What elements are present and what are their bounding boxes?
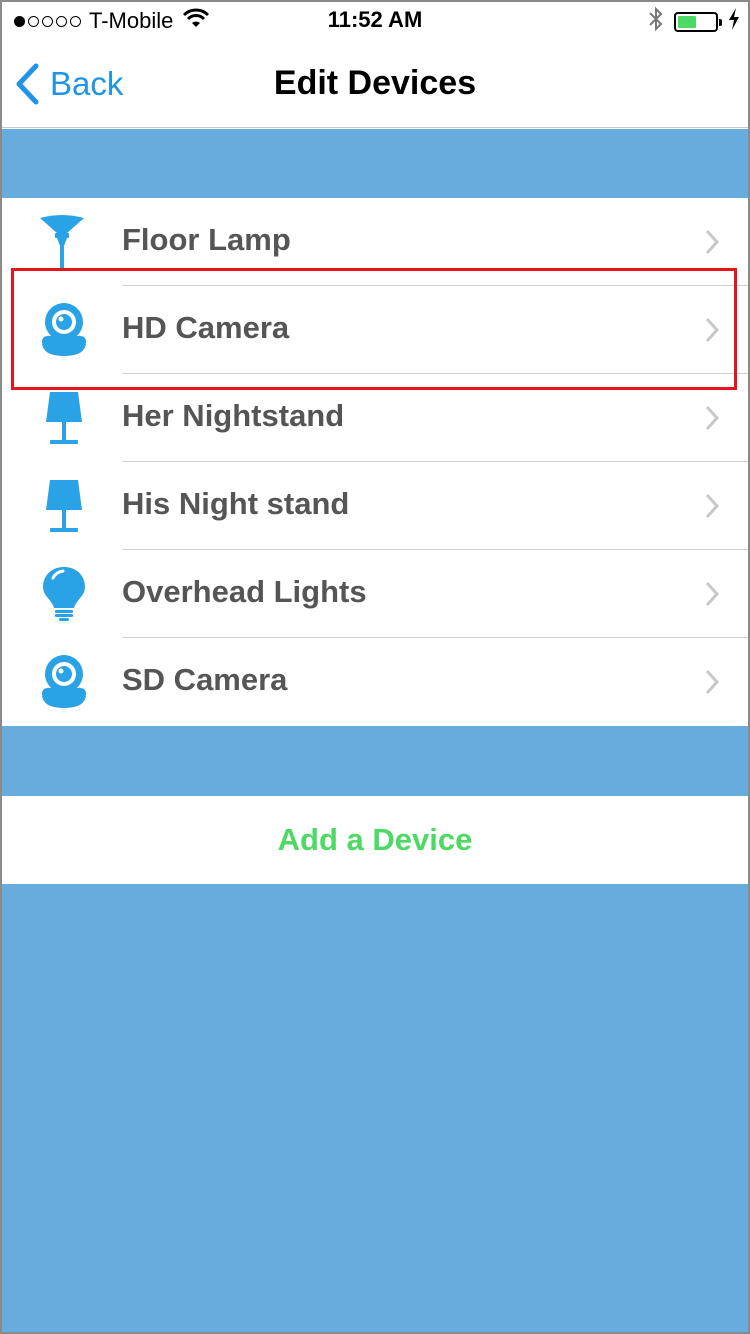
light-bulb-icon <box>36 566 92 622</box>
section-spacer-middle <box>0 726 750 796</box>
device-label: His Night stand <box>122 486 350 521</box>
add-device-button[interactable]: Add a Device <box>0 796 750 884</box>
camera-icon <box>36 654 92 710</box>
page-title: Edit Devices <box>273 64 477 102</box>
chevron-right-icon <box>705 229 720 255</box>
navigation-bar: Back Edit Devices <box>0 40 750 128</box>
charging-icon <box>728 8 740 36</box>
status-bar: T-Mobile 11:52 AM <box>0 0 750 40</box>
battery-level <box>678 16 696 28</box>
add-device-label: Add a Device <box>277 822 473 857</box>
chevron-right-icon <box>705 669 720 695</box>
bottom-background <box>0 884 750 1334</box>
section-spacer-top <box>0 129 750 198</box>
device-label: Overhead Lights <box>122 574 367 609</box>
camera-icon <box>36 302 92 358</box>
device-row-overhead-lights[interactable]: Overhead Lights <box>0 550 750 638</box>
device-row-his-night-stand[interactable]: His Night stand <box>0 462 750 550</box>
device-label: SD Camera <box>122 662 288 697</box>
table-lamp-icon <box>36 478 92 534</box>
device-label: Her Nightstand <box>122 398 345 433</box>
battery-nub <box>719 19 722 26</box>
chevron-right-icon <box>705 405 720 431</box>
chevron-right-icon <box>705 581 720 607</box>
battery-icon <box>674 12 722 32</box>
device-row-floor-lamp[interactable]: Floor Lamp <box>0 198 750 286</box>
device-row-sd-camera[interactable]: SD Camera <box>0 638 750 726</box>
table-lamp-icon <box>36 390 92 446</box>
floor-lamp-icon <box>36 214 92 270</box>
device-label: HD Camera <box>122 310 290 345</box>
device-row-her-nightstand[interactable]: Her Nightstand <box>0 374 750 462</box>
chevron-right-icon <box>705 317 720 343</box>
bluetooth-icon <box>648 6 664 38</box>
device-row-hd-camera[interactable]: HD Camera <box>0 286 750 374</box>
device-label: Floor Lamp <box>122 222 291 257</box>
clock: 11:52 AM <box>327 7 423 32</box>
device-list: Floor Lamp HD Camera Her Nightstand His … <box>0 198 750 726</box>
status-right <box>648 6 740 38</box>
chevron-right-icon <box>705 493 720 519</box>
